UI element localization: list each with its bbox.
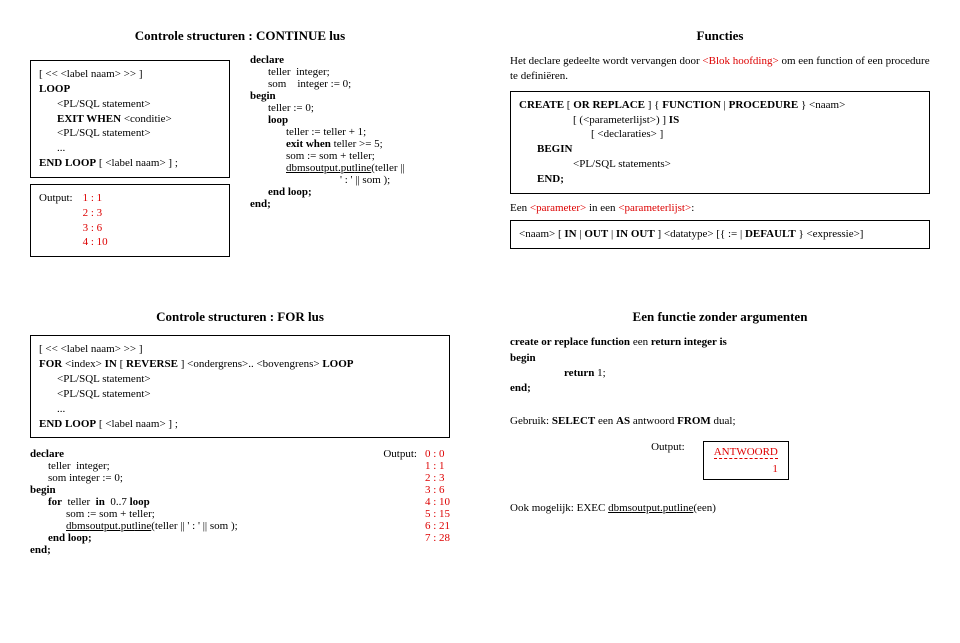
syntax-line: ... (57, 402, 441, 417)
output-label: Output: (39, 191, 73, 250)
output-row: 4 : 10 (425, 496, 450, 508)
output-row: 1 : 1 (425, 460, 450, 472)
syntax-line: CREATE [ OR REPLACE ] { FUNCTION | PROCE… (519, 98, 921, 113)
output-values: 1 : 1 2 : 3 3 : 6 4 : 10 (83, 191, 108, 250)
output-row: Output: ANTWOORD 1 (510, 441, 930, 480)
output-header: ANTWOORD (714, 446, 778, 459)
also-line: Ook mogelijk: EXEC dbms​output.put​line(… (510, 502, 930, 514)
syntax-line: [ << <label naam> >> ] (39, 342, 441, 357)
slide-continue-loop: Controle structuren : CONTINUE lus [ << … (20, 20, 460, 271)
code-line: exit when teller >= 5; (286, 138, 450, 150)
code-line: som := som + teller; (66, 508, 353, 520)
slide-title: Functies (510, 28, 930, 44)
param-box: <naam> [ IN | OUT | IN OUT ] <datatype> … (510, 220, 930, 249)
output-label: Output: (383, 448, 417, 544)
slide-for-loop: Controle structuren : FOR lus [ << <labe… (20, 301, 460, 564)
output-row: 0 : 0 (425, 448, 450, 460)
page-grid: Controle structuren : CONTINUE lus [ << … (20, 20, 940, 564)
syntax-line: <naam> [ IN | OUT | IN OUT ] <datatype> … (519, 227, 921, 242)
output-row: 2 : 3 (83, 206, 108, 221)
code-line: for teller in 0..7 loop (48, 496, 353, 508)
output-row: 5 : 15 (425, 508, 450, 520)
code-line: dbms​output.put​line(teller || (286, 162, 450, 174)
output-values: 0 : 0 1 : 1 2 : 3 3 : 6 4 : 10 5 : 15 6 … (425, 448, 450, 544)
code-line: teller := teller + 1; (286, 126, 450, 138)
syntax-line: [ (<parameterlijst>) ] IS (573, 113, 921, 128)
syntax-line: BEGIN (537, 142, 921, 157)
output-row: 2 : 3 (425, 472, 450, 484)
slide-title: Controle structuren : CONTINUE lus (30, 28, 450, 44)
code-line: teller integer; (48, 460, 353, 472)
code-line: ' : ' || som ); (340, 174, 450, 186)
intro-text: Het declare gedeelte wordt vervangen doo… (510, 54, 930, 85)
output-row: 3 : 6 (425, 484, 450, 496)
output-value: 1 (714, 463, 778, 475)
syntax-line: <PL/SQL statement> (57, 97, 221, 112)
output-box: ANTWOORD 1 (703, 441, 789, 480)
syntax-box: CREATE [ OR REPLACE ] { FUNCTION | PROCE… (510, 91, 930, 194)
code-line: som := som + teller; (286, 150, 450, 162)
syntax-line: [ << <label naam> >> ] (39, 67, 221, 82)
slide-functies: Functies Het declare gedeelte wordt verv… (500, 20, 940, 271)
code-line: begin (250, 90, 450, 102)
output-row: 4 : 10 (83, 235, 108, 250)
code-line: declare (30, 448, 353, 460)
code-line: create or replace function een return in… (510, 335, 930, 350)
code-and-output: declare teller integer; som integer := 0… (30, 448, 450, 556)
syntax-line: END; (537, 172, 921, 187)
syntax-line: [ <declaraties> ] (591, 127, 921, 142)
code-line: som integer := 0; (48, 472, 353, 484)
slide-title: Controle structuren : FOR lus (30, 309, 450, 325)
code-line: begin (30, 484, 353, 496)
code-line: return 1; (564, 366, 930, 381)
code-block: create or replace function een return in… (510, 335, 930, 397)
syntax-line: END LOOP [ <label naam> ] ; (39, 156, 221, 171)
syntax-line: EXIT WHEN <conditie> (57, 112, 221, 127)
code-block: declare teller integer; som integer := 0… (30, 448, 353, 556)
syntax-box: [ << <label naam> >> ] FOR <index> IN [ … (30, 335, 450, 438)
syntax-line: <PL/SQL statement> (57, 126, 221, 141)
syntax-line: FOR <index> IN [ REVERSE ] <ondergrens>.… (39, 357, 441, 372)
output-row: 1 : 1 (83, 191, 108, 206)
output-block: Output: 0 : 0 1 : 1 2 : 3 3 : 6 4 : 10 5… (383, 448, 450, 544)
code-line: end; (250, 198, 450, 210)
code-line: dbms​output.put​line(teller || ' : ' || … (66, 520, 353, 532)
slide-function-noargs: Een functie zonder argumenten create or … (500, 301, 940, 564)
code-line: som integer := 0; (268, 78, 450, 90)
right-col: declare teller integer; som integer := 0… (250, 54, 450, 263)
output-row: 3 : 6 (83, 221, 108, 236)
left-col: [ << <label naam> >> ] LOOP <PL/SQL stat… (30, 54, 230, 263)
param-intro: Een <parameter> in een <parameterlijst>: (510, 202, 930, 214)
syntax-box: [ << <label naam> >> ] LOOP <PL/SQL stat… (30, 60, 230, 178)
output-row: 7 : 28 (425, 532, 450, 544)
syntax-line: ... (57, 141, 221, 156)
syntax-line: END LOOP [ <label naam> ] ; (39, 417, 441, 432)
usage-line: Gebruik: SELECT een AS antwoord FROM dua… (510, 415, 930, 427)
syntax-line: <PL/SQL statement> (57, 372, 441, 387)
code-line: loop (268, 114, 450, 126)
output-box: Output: 1 : 1 2 : 3 3 : 6 4 : 10 (30, 184, 230, 257)
output-row: 6 : 21 (425, 520, 450, 532)
syntax-line: <PL/SQL statement> (57, 387, 441, 402)
syntax-line: LOOP (39, 82, 221, 97)
code-line: end loop; (48, 532, 353, 544)
syntax-line: <PL/SQL statements> (573, 157, 921, 172)
code-line: begin (510, 351, 930, 366)
slide-title: Een functie zonder argumenten (510, 309, 930, 325)
code-line: end; (30, 544, 353, 556)
code-line: end loop; (268, 186, 450, 198)
two-columns: [ << <label naam> >> ] LOOP <PL/SQL stat… (30, 54, 450, 263)
output-label: Output: (651, 441, 685, 453)
code-line: declare (250, 54, 450, 66)
code-line: end; (510, 381, 930, 396)
code-line: teller integer; (268, 66, 450, 78)
code-line: teller := 0; (268, 102, 450, 114)
